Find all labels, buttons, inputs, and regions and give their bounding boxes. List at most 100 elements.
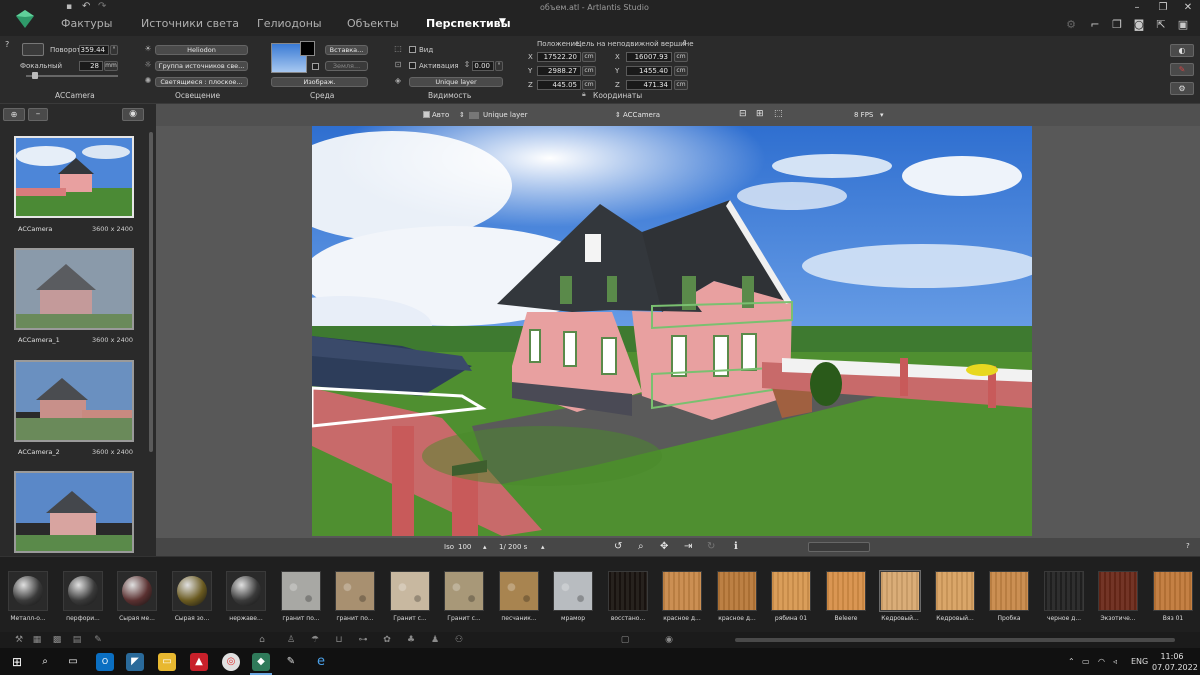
shutter-value[interactable]: 1/ 200 s	[499, 543, 527, 551]
gear-small-icon[interactable]: ⚙	[1064, 18, 1078, 32]
ground-button[interactable]: Земля...	[325, 61, 368, 71]
view-thumbnail-accamera[interactable]	[14, 136, 134, 218]
grid-category-icon[interactable]: ▦	[30, 634, 44, 646]
tab-perspectives[interactable]: Перспективы	[426, 17, 511, 30]
bath-category-icon[interactable]: ⊔	[332, 634, 346, 646]
views-scrollbar[interactable]	[149, 132, 153, 452]
walk-icon[interactable]: ⇥	[684, 541, 692, 552]
outlook-icon[interactable]: O	[96, 653, 114, 671]
tab-objects[interactable]: Объекты	[347, 17, 399, 30]
material-swatch[interactable]	[499, 571, 539, 611]
render-icon[interactable]: ▣	[1176, 18, 1190, 32]
material-swatch[interactable]	[281, 571, 321, 611]
export-icon[interactable]: ⇱	[1154, 18, 1168, 32]
language-indicator[interactable]: ENG	[1131, 657, 1148, 666]
wireframe-icon[interactable]: ⬚	[774, 109, 783, 119]
background-color-swatch[interactable]	[300, 41, 315, 56]
viewport-layer-label[interactable]: Unique layer	[483, 111, 527, 119]
target-y-input[interactable]: 1455.40	[626, 66, 672, 76]
close-button[interactable]: ✕	[1181, 2, 1195, 14]
edge-icon[interactable]: e	[312, 653, 330, 671]
target-mode-icon[interactable]: ⇕	[682, 39, 688, 47]
view-thumbnail-4[interactable]	[14, 471, 134, 553]
tool-icon[interactable]: ✎	[282, 653, 300, 671]
iso-stepper-icon[interactable]: ▴	[483, 543, 487, 551]
settings-button[interactable]: ⚙	[1170, 82, 1194, 95]
lock-icon[interactable]: 🔒︎	[582, 90, 586, 99]
search-icon[interactable]: ⌕	[36, 653, 54, 671]
activation-stepper-icon[interactable]: ⇕	[462, 60, 472, 70]
image-select[interactable]: Изображ.	[271, 77, 368, 87]
hammer-category-icon[interactable]: ⚒	[12, 634, 26, 646]
focal-slider[interactable]	[26, 75, 118, 77]
material-swatch[interactable]	[553, 571, 593, 611]
car-category-icon[interactable]: ⊶	[356, 634, 370, 646]
material-swatch[interactable]	[879, 570, 921, 612]
material-swatch[interactable]	[226, 571, 266, 611]
tray-expand-icon[interactable]: ⌃	[1068, 657, 1075, 666]
crop-icon[interactable]: ⌐	[1088, 18, 1102, 32]
person-category-icon[interactable]: ♟	[428, 634, 442, 646]
redo-icon[interactable]: ↷	[98, 1, 106, 12]
brush-category-icon[interactable]: ✎	[91, 634, 105, 646]
camera-stepper-icon[interactable]: ⇕	[615, 111, 621, 119]
circle-category-icon[interactable]: ◉	[662, 634, 676, 646]
clock-date[interactable]: 07.07.2022	[1152, 663, 1198, 672]
wifi-icon[interactable]: ◠	[1098, 657, 1105, 666]
pos-y-input[interactable]: 2988.27	[537, 66, 581, 76]
pattern-category-icon[interactable]: ▤	[70, 634, 84, 646]
group-category-icon[interactable]: ⚇	[452, 634, 466, 646]
material-swatch[interactable]	[662, 571, 702, 611]
glowing-select[interactable]: Светящиеся : плоское...	[155, 77, 248, 87]
material-swatch[interactable]	[63, 571, 103, 611]
material-swatch[interactable]	[8, 571, 48, 611]
refresh-icon[interactable]: ↻	[707, 541, 715, 552]
horizontal-scrollbar[interactable]	[808, 542, 870, 552]
render-image[interactable]	[312, 126, 1032, 536]
view-thumbnail-accamera-2[interactable]	[14, 360, 134, 442]
maximize-button[interactable]: ❐	[1156, 2, 1170, 14]
view-thumbnail-accamera-1[interactable]	[14, 248, 134, 330]
start-icon[interactable]: ⊞	[8, 653, 26, 671]
material-swatch[interactable]	[390, 571, 430, 611]
undo-icon[interactable]: ↶	[82, 1, 90, 12]
frame-icon[interactable]: ⊟	[739, 109, 747, 119]
pos-z-input[interactable]: 445.05	[537, 80, 581, 90]
focal-input[interactable]: 28	[79, 61, 103, 71]
focal-slider-handle[interactable]	[32, 72, 38, 79]
iso-value[interactable]: 100	[458, 543, 471, 551]
rotation-input[interactable]: 359.44	[79, 45, 109, 55]
heliodon-select[interactable]: Heliodon	[155, 45, 248, 55]
file-explorer-icon[interactable]: ▭	[158, 653, 176, 671]
target-z-input[interactable]: 471.34	[626, 80, 672, 90]
add-view-button[interactable]: ⊕	[3, 108, 25, 121]
activation-checkbox[interactable]	[409, 62, 416, 69]
material-swatch[interactable]	[717, 571, 757, 611]
volume-icon[interactable]: ◃	[1113, 657, 1117, 666]
camera-shot-icon[interactable]: ◙	[1132, 18, 1146, 32]
fps-label[interactable]: 8 FPS	[854, 111, 873, 119]
material-swatch[interactable]	[826, 571, 866, 611]
viewport-help-icon[interactable]: ?	[1186, 542, 1190, 550]
shutter-stepper-icon[interactable]: ▴	[541, 543, 545, 551]
plant-category-icon[interactable]: ✿	[380, 634, 394, 646]
layer-select[interactable]: Unique layer	[409, 77, 503, 87]
lamp-category-icon[interactable]: ☂	[308, 634, 322, 646]
pos-x-input[interactable]: 17522.20	[537, 52, 581, 62]
preview-eye-button[interactable]: ◉	[122, 108, 144, 121]
target-x-input[interactable]: 16007.93	[626, 52, 672, 62]
fps-dropdown-icon[interactable]: ▾	[880, 111, 884, 119]
save-icon[interactable]: ▪	[66, 2, 72, 12]
material-swatch[interactable]	[1098, 571, 1138, 611]
square-category-icon[interactable]: ▢	[618, 634, 632, 646]
network-icon[interactable]: ▭	[1082, 657, 1090, 666]
info-icon[interactable]: ℹ	[734, 541, 738, 552]
material-swatch[interactable]	[117, 571, 157, 611]
acrobat-icon[interactable]: ▲	[190, 653, 208, 671]
pan-icon[interactable]: ✥	[660, 541, 668, 552]
sofa-category-icon[interactable]: ⌂	[255, 634, 269, 646]
target-label[interactable]: Цель на неподвижной вершине	[576, 40, 694, 48]
material-swatch[interactable]	[1153, 571, 1193, 611]
zoom-icon[interactable]: ⌕	[638, 541, 644, 552]
layer-stepper-icon[interactable]: ⇕	[459, 111, 465, 119]
